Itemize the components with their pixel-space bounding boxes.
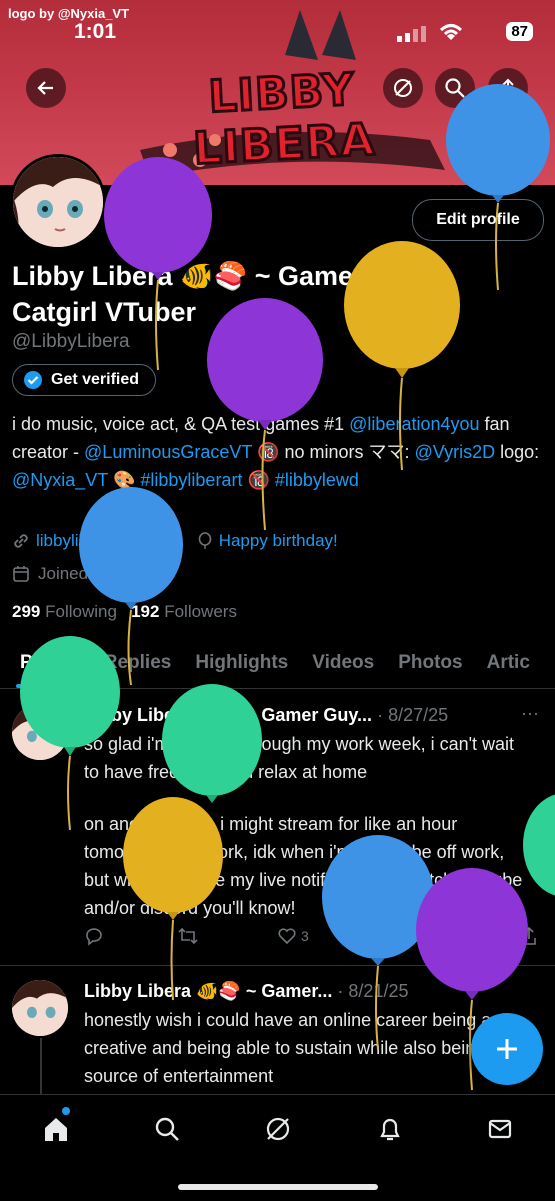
post-date: · 8/21/25 <box>337 981 409 1001</box>
bio-text: i do music, voice act, & QA test games #… <box>12 414 350 434</box>
bio-hashtag-link[interactable]: #libbylewd <box>275 470 359 490</box>
nav-notifications[interactable] <box>374 1113 406 1145</box>
bookmark-icon <box>475 927 487 946</box>
search-icon <box>155 1117 179 1141</box>
like-button[interactable]: 3 <box>277 926 309 946</box>
avatar-image <box>12 704 68 760</box>
share-icon <box>500 78 516 97</box>
bio-text: 🔞 no minors ママ: <box>252 442 415 462</box>
share-button[interactable] <box>488 68 528 108</box>
nav-grok[interactable] <box>262 1113 294 1145</box>
post-text: so glad i'm halfway through my work week… <box>84 734 515 782</box>
post-text: on another note, i might stream for like… <box>84 814 523 918</box>
avatar-image <box>13 157 103 247</box>
following-link[interactable]: 299 Following <box>12 602 117 621</box>
joined-date: Joined June 2021 <box>38 564 173 583</box>
get-verified-button[interactable]: Get verified <box>12 364 157 396</box>
profile-bio: i do music, voice act, & QA test games #… <box>12 410 547 494</box>
grok-icon <box>266 1117 290 1141</box>
grok-button[interactable] <box>383 68 423 108</box>
bio-mention-link[interactable]: @liberation4you <box>349 414 479 434</box>
share-post-button[interactable] <box>520 926 538 946</box>
battery-indicator: 87 <box>506 22 533 41</box>
display-name: Libby Libera 🐠🍣 ~ Gamer Guy Catgirl VTub… <box>12 261 424 327</box>
post-author[interactable]: Libby Libera 🐠🍣 ~ Gamer Guy... <box>84 705 372 725</box>
get-verified-label: Get verified <box>51 371 140 388</box>
bio-mention-link[interactable]: @Vyris2D <box>415 442 496 462</box>
banner-credit-text: logo by @Nyxia_VT <box>8 6 130 21</box>
tab-videos[interactable]: Videos <box>312 640 374 688</box>
home-indicator <box>178 1184 378 1190</box>
bio-mention-link[interactable]: @Nyxia_VT <box>12 470 108 490</box>
views-icon <box>377 930 389 942</box>
tab-highlights[interactable]: Highlights <box>195 640 288 688</box>
heart-icon <box>278 928 296 945</box>
view-count: 23 <box>397 927 413 943</box>
bio-text: 🎨 <box>107 470 141 490</box>
status-time: 1:01 <box>74 20 117 43</box>
back-arrow-icon <box>37 81 53 95</box>
bell-icon <box>380 1118 400 1141</box>
compass-icon <box>394 79 412 97</box>
like-count: 3 <box>301 928 309 944</box>
calendar-icon <box>13 566 29 582</box>
plus-icon <box>497 1039 517 1059</box>
cell-signal-icon <box>397 26 426 42</box>
share-icon <box>522 926 536 945</box>
nav-home[interactable] <box>40 1107 72 1145</box>
mail-icon <box>488 1119 512 1139</box>
avatar-image <box>12 980 68 1036</box>
link-icon <box>14 534 28 548</box>
search-button[interactable] <box>435 68 475 108</box>
website-link[interactable]: libbylibera.carrd.co <box>36 531 179 551</box>
post-item[interactable]: Libby Libera 🐠🍣 ~ Gamer Guy... · 8/27/25… <box>0 690 555 965</box>
post-avatar[interactable] <box>12 704 68 760</box>
reply-button[interactable] <box>84 926 104 946</box>
tab-replies[interactable]: Replies <box>104 640 172 688</box>
home-icon <box>45 1118 67 1141</box>
birthday-text: Happy birthday! <box>218 531 338 550</box>
post-text: honestly wish i could have an online car… <box>84 1010 501 1086</box>
post-author[interactable]: Libby Libera 🐠🍣 ~ Gamer... <box>84 981 332 1001</box>
tab-posts[interactable]: Posts <box>16 640 76 688</box>
balloon-icon <box>198 532 211 549</box>
compose-post-button[interactable] <box>471 1013 543 1085</box>
profile-tabs: Posts Replies Highlights Videos Photos A… <box>0 640 555 689</box>
post-avatar[interactable] <box>12 980 68 1036</box>
repost-button[interactable] <box>177 926 199 946</box>
bookmark-button[interactable] <box>472 926 490 946</box>
post-header: Libby Libera 🐠🍣 ~ Gamer Guy... · 8/27/25 <box>84 705 448 726</box>
notification-dot <box>62 1107 70 1115</box>
retweet-icon <box>178 927 198 945</box>
profile-handle: @LibbyLibera <box>12 331 130 352</box>
joined-row: Joined June 2021 <box>12 564 172 584</box>
post-item[interactable]: Libby Libera 🐠🍣 ~ Gamer... · 8/21/25 hon… <box>0 966 555 1098</box>
bio-hashtag-link[interactable]: #libbyliberart <box>140 470 242 490</box>
nav-messages[interactable] <box>484 1113 516 1145</box>
post-header: Libby Libera 🐠🍣 ~ Gamer... · 8/21/25 <box>84 981 408 1002</box>
post-date: · 8/27/25 <box>377 705 449 725</box>
post-more-button[interactable]: ··· <box>521 703 539 724</box>
nav-search[interactable] <box>151 1113 183 1145</box>
follow-stats: 299 Following 192 Followers <box>12 602 237 622</box>
views-button[interactable]: 23 <box>375 926 413 944</box>
profile-meta-row: libbylibera.carrd.co Happy birthday! <box>12 531 338 551</box>
bio-mention-link[interactable]: @LuminousGraceVT <box>84 442 252 462</box>
bio-text: 🔞 <box>242 470 275 490</box>
wifi-icon <box>439 24 463 40</box>
verified-badge-icon <box>24 371 42 389</box>
followers-link[interactable]: 192 Followers <box>131 602 237 621</box>
edit-profile-button[interactable]: Edit profile <box>412 199 544 241</box>
bio-text: logo: <box>495 442 540 462</box>
reply-icon <box>86 928 102 946</box>
thread-line <box>40 1038 42 1098</box>
back-button[interactable] <box>26 68 66 108</box>
tab-articles[interactable]: Artic <box>487 640 530 688</box>
profile-avatar[interactable] <box>10 154 106 250</box>
tab-photos[interactable]: Photos <box>398 640 462 688</box>
search-icon <box>445 78 465 98</box>
